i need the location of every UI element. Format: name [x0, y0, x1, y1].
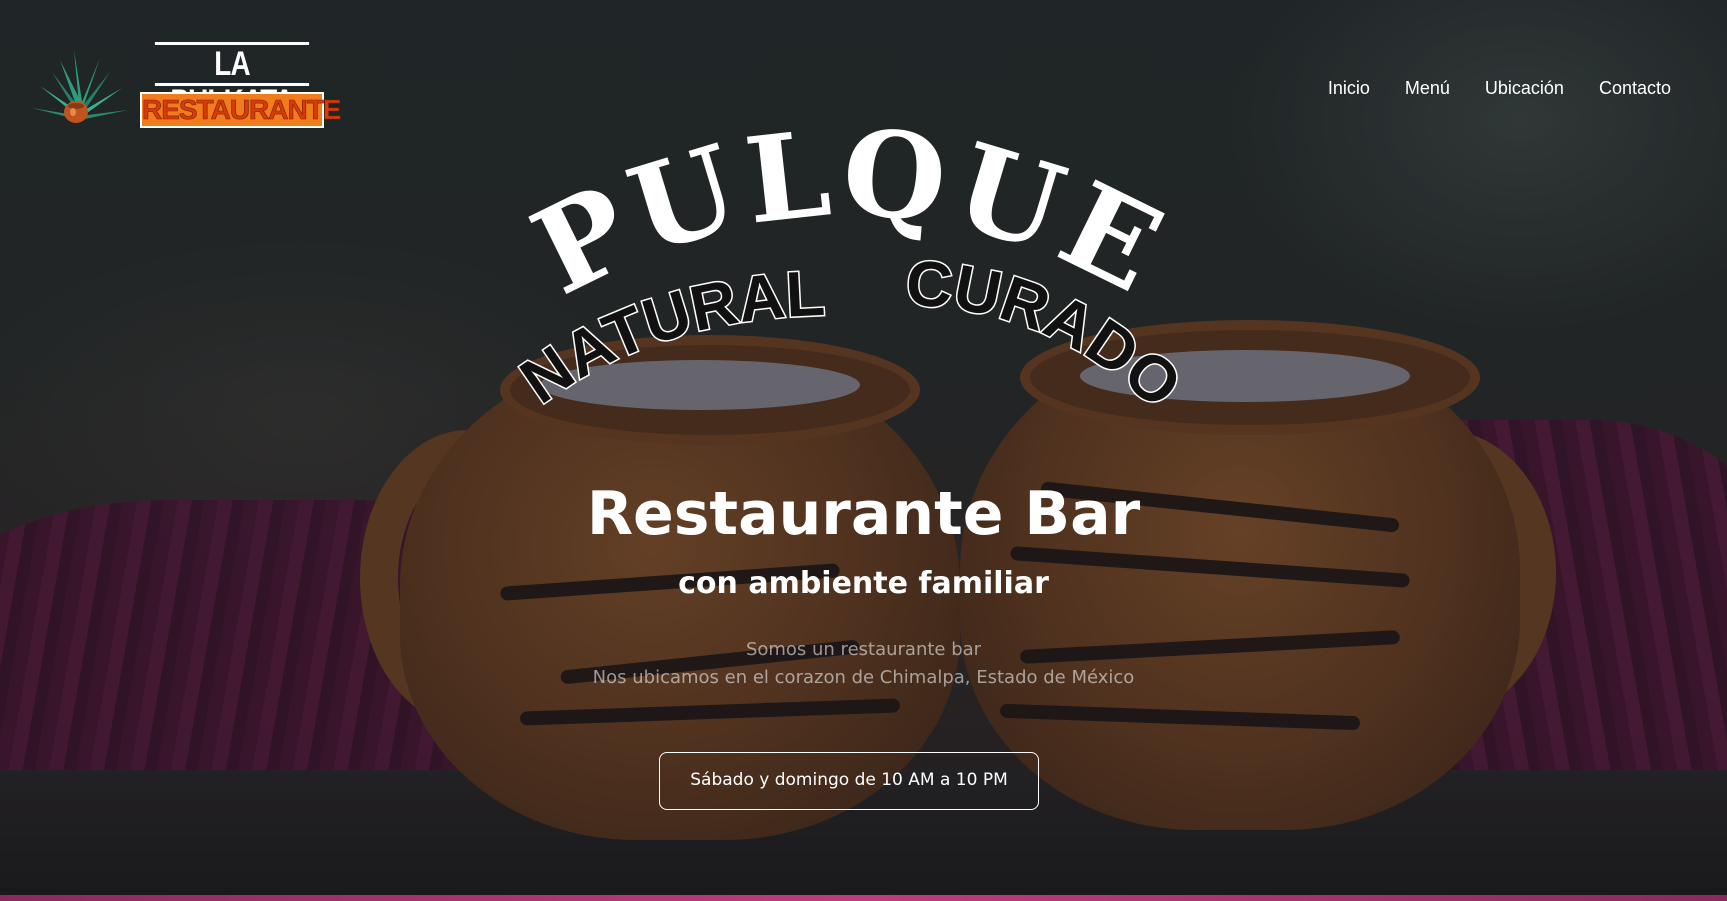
hero-description: Somos un restaurante bar Nos ubicamos en…: [0, 636, 1727, 692]
bottom-accent-bar: [0, 895, 1727, 901]
brand-name-bottom: RESTAURANTE: [140, 92, 342, 128]
opening-hours-button[interactable]: Sábado y domingo de 10 AM a 10 PM: [659, 752, 1039, 810]
nav-item-ubicacion[interactable]: Ubicación: [1485, 78, 1564, 99]
nav-item-inicio[interactable]: Inicio: [1328, 78, 1370, 99]
brand-wordmark: LA PULKATA RESTAURANTE: [138, 40, 342, 132]
nav-item-menu[interactable]: Menú: [1405, 78, 1450, 99]
hero-subtitle: con ambiente familiar: [678, 566, 1049, 601]
main-nav: Inicio Menú Ubicación Contacto: [1328, 78, 1671, 99]
pulque-graphic: PULQUE NATURAL CURADO: [506, 115, 1197, 423]
hero-title: Restaurante Bar: [586, 479, 1141, 549]
hero-description-line-2: Nos ubicamos en el corazon de Chimalpa, …: [592, 667, 1135, 688]
nav-item-contacto[interactable]: Contacto: [1599, 78, 1671, 99]
site-logo[interactable]: LA PULKATA RESTAURANTE: [30, 40, 342, 135]
hero-description-line-1: Somos un restaurante bar: [745, 639, 982, 660]
brand-name-top: LA PULKATA: [154, 42, 310, 121]
agave-icon: [32, 50, 128, 123]
